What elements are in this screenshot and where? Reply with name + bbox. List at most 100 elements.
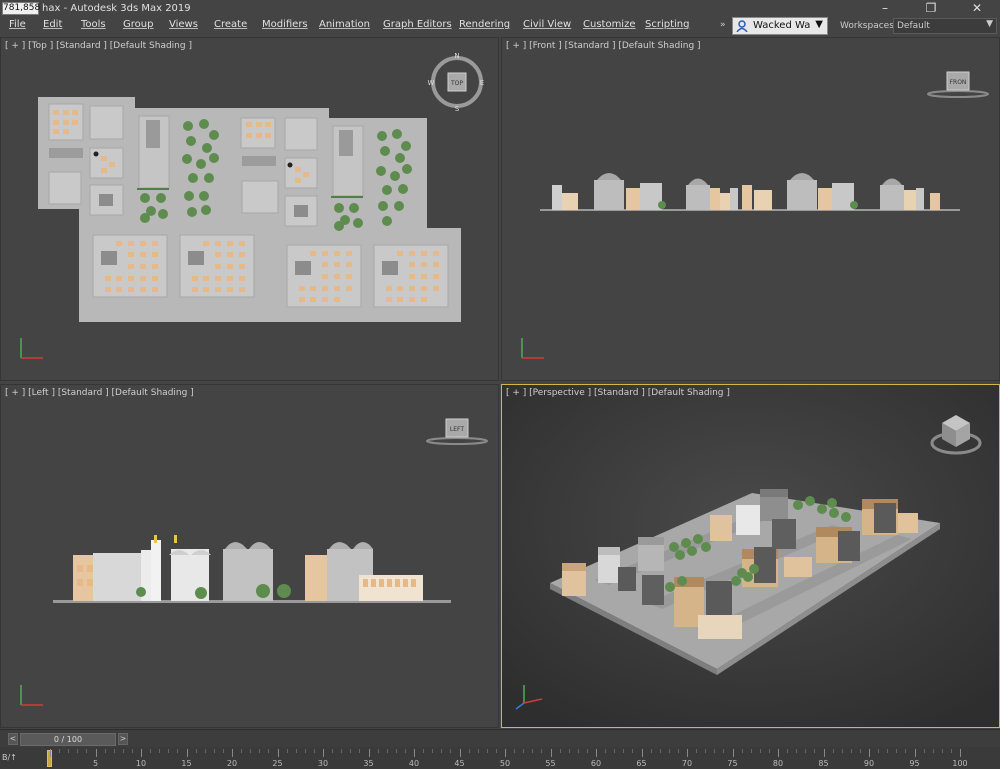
axis-tripod-icon [521,338,544,359]
minimize-button[interactable]: – [862,0,908,16]
tick-mark [914,749,916,757]
viewport-label[interactable]: [ + ] [Left ] [Standard ] [Default Shadi… [5,388,194,398]
minor-tick-mark [241,749,243,753]
minor-tick-mark [814,749,816,753]
minor-tick-mark [614,749,616,753]
menu-file[interactable]: File [9,19,26,30]
workspaces-dropdown[interactable]: Default ▼ [893,18,997,34]
close-button[interactable]: ✕ [954,0,1000,16]
top-view-scene [38,97,461,322]
minor-tick-mark [423,749,425,753]
minor-tick-mark [304,749,306,753]
user-icon [736,20,748,32]
minor-tick-mark [477,749,479,753]
minor-tick-mark [805,749,807,753]
tick-mark [277,749,279,757]
tick-mark [869,749,870,757]
viewport-top[interactable]: [ + ] [Top ] [Standard ] [Default Shadin… [0,37,499,381]
track-bar-toggle[interactable]: B/↑ [2,749,30,767]
menu-views[interactable]: Views [169,19,198,30]
menu-civil-view[interactable]: Civil View [523,19,571,30]
next-frame-button[interactable]: > [118,733,128,745]
menu-graph-editors[interactable]: Graph Editors [383,19,452,30]
user-name: Wacked Wa [753,20,811,31]
viewport-label[interactable]: [ + ] [Perspective ] [Standard ] [Defaul… [506,388,730,398]
compass-east: E [480,79,484,87]
viewport-label[interactable]: [ + ] [Front ] [Standard ] [Default Shad… [506,41,701,51]
minor-tick-mark [86,749,88,753]
minor-tick-mark [623,749,625,753]
tick-label: 60 [590,759,602,768]
coordinate-readout: 781,858 [2,2,41,15]
viewcube-widget[interactable] [926,407,986,459]
menu-edit[interactable]: Edit [43,19,62,30]
tick-label: 90 [863,759,875,768]
workspaces-label: Workspaces: [840,21,897,31]
minor-tick-mark [131,749,133,753]
viewcube-widget[interactable]: LEFT [421,413,493,449]
minor-tick-mark [668,749,670,753]
minor-tick-mark [468,749,470,753]
minor-tick-mark [905,749,907,753]
minor-tick-mark [650,749,652,753]
tick-mark [778,749,779,757]
menu-group[interactable]: Group [123,19,153,30]
tick-label: 80 [772,759,784,768]
tick-mark [596,749,597,757]
minor-tick-mark [677,749,679,753]
tick-label: 40 [408,759,420,768]
maximize-button[interactable]: ❐ [908,0,954,16]
viewport-front[interactable]: [ + ] [Front ] [Standard ] [Default Shad… [501,37,1000,381]
viewport-left[interactable]: [ + ] [Left ] [Standard ] [Default Shadi… [0,384,499,728]
menu-create[interactable]: Create [214,19,247,30]
viewcube-widget[interactable]: FRON [922,66,994,102]
menu-scripting[interactable]: Scripting [645,19,689,30]
minor-tick-mark [295,749,297,753]
minor-tick-mark [404,749,406,753]
time-slider[interactable]: 0 / 100 [20,733,116,746]
tick-label: 15 [181,759,192,768]
chevron-down-icon: ▼ [986,19,993,29]
minor-tick-mark [59,749,61,753]
menu-customize[interactable]: Customize [583,19,636,30]
tick-mark [50,749,51,757]
minor-tick-mark [941,749,943,753]
menu-animation[interactable]: Animation [319,19,370,30]
minor-tick-mark [796,749,798,753]
tick-mark [960,749,961,757]
minor-tick-mark [68,749,70,753]
minor-tick-mark [950,749,952,753]
minor-tick-mark [759,749,761,753]
prev-frame-button[interactable]: < [8,733,18,745]
viewcube-compass[interactable]: TOP N S E W [427,52,487,112]
tick-mark [823,749,825,757]
minor-tick-mark [495,749,497,753]
tick-mark [323,749,324,757]
menu-tools[interactable]: Tools [81,19,106,30]
menu-rendering[interactable]: Rendering [459,19,510,30]
tick-label: 55 [545,759,556,768]
minor-tick-mark [559,749,561,753]
menu-bar: File Edit Tools Group Views Create Modif… [0,18,725,34]
track-bar[interactable]: B/↑ 5 10 15 20 25 30 35 40 45 50 55 60 65 70 75 80 85 90 9… [0,747,1000,769]
tick-mark [232,749,233,757]
minor-tick-mark [395,749,397,753]
tick-label: 25 [272,759,283,768]
tick-label: 75 [727,759,738,768]
viewport-label[interactable]: [ + ] [Top ] [Standard ] [Default Shadin… [5,41,192,51]
minor-tick-mark [586,749,588,753]
minor-tick-mark [750,749,752,753]
minor-tick-mark [250,749,252,753]
minor-tick-mark [259,749,261,753]
viewport-perspective[interactable]: [ + ] [Perspective ] [Standard ] [Defaul… [501,384,1000,728]
tick-mark [186,749,188,757]
minor-tick-mark [213,749,215,753]
title-bar: 781,858 hax - Autodesk 3ds Max 2019 – ❐ … [0,0,1000,36]
viewcube-face-label: TOP [450,80,463,87]
menu-overflow-button[interactable]: » [720,20,726,30]
user-account-dropdown[interactable]: Wacked Wa ▼ [732,17,828,35]
minor-tick-mark [632,749,634,753]
tick-label: 85 [818,759,829,768]
minor-tick-mark [787,749,789,753]
menu-modifiers[interactable]: Modifiers [262,19,308,30]
